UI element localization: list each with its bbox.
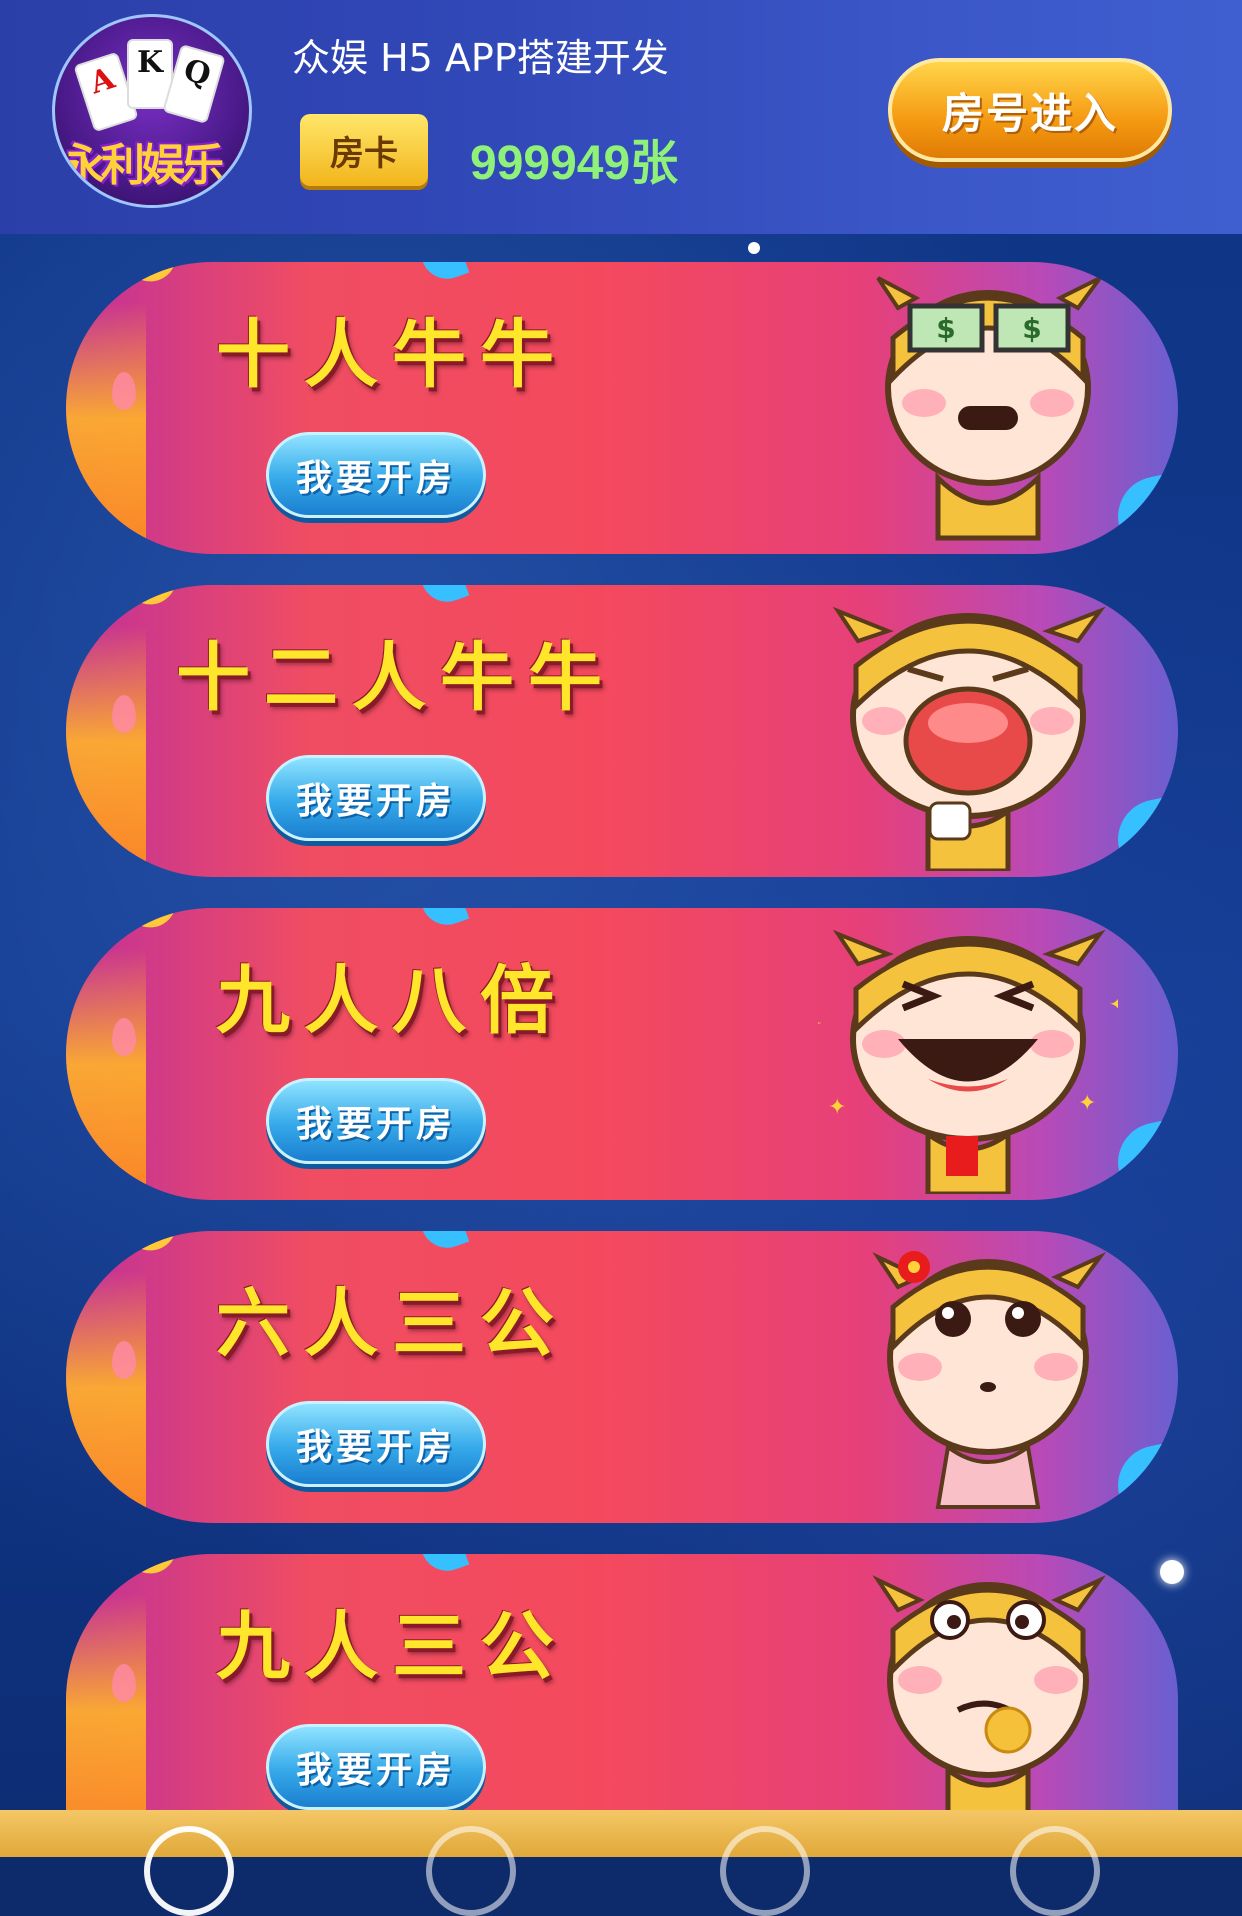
laughing-cow-icon: ✦ ✦ ✦ ✦ xyxy=(818,929,1118,1194)
open-room-button[interactable]: 我要开房 xyxy=(266,1078,486,1164)
profile-tab-icon[interactable] xyxy=(1010,1826,1100,1916)
svg-text:✦: ✦ xyxy=(818,1007,823,1042)
record-tab-icon[interactable] xyxy=(426,1826,516,1916)
open-room-button[interactable]: 我要开房 xyxy=(266,432,486,518)
flame-decoration xyxy=(66,948,146,1200)
bottom-tab-bar xyxy=(0,1810,1242,1916)
svg-text:✦: ✦ xyxy=(828,1095,846,1120)
card-label: A xyxy=(85,60,119,102)
crying-cow-icon xyxy=(832,606,1106,871)
yellow-accent xyxy=(125,585,175,612)
room-card-count: 999949张 xyxy=(470,137,679,190)
drop-decoration xyxy=(112,1018,136,1056)
svg-text:$: $ xyxy=(1022,312,1041,345)
yellow-accent xyxy=(125,1554,175,1581)
game-banner-nine-sangong[interactable]: 九人三公 我要开房 xyxy=(66,1554,1178,1810)
flame-decoration xyxy=(66,625,146,877)
game-banner-nine-eight-times[interactable]: 九人八倍 我要开房 ✦ ✦ ✦ ✦ xyxy=(66,908,1178,1200)
svg-text:$: $ xyxy=(936,312,955,345)
home-tab-icon[interactable] xyxy=(144,1826,234,1916)
avatar-logo-text: 永利娱乐 xyxy=(61,140,225,189)
game-title: 九人三公 xyxy=(216,1604,568,1690)
app-avatar[interactable]: A K Q 永利娱乐 xyxy=(52,14,252,208)
open-room-button[interactable]: 我要开房 xyxy=(266,1724,486,1810)
sparkle-dot xyxy=(1160,1560,1184,1584)
game-title: 九人八倍 xyxy=(216,958,568,1044)
svg-text:✦: ✦ xyxy=(1108,988,1118,1021)
blue-accent xyxy=(422,1554,470,1579)
flame-decoration xyxy=(66,302,146,554)
game-title: 十人牛牛 xyxy=(216,312,568,398)
card-label: Q xyxy=(179,52,215,94)
game-banner-ten-niuniu[interactable]: 十人牛牛 我要开房 $ $ xyxy=(66,262,1178,554)
open-room-button[interactable]: 我要开房 xyxy=(266,755,486,841)
blue-accent xyxy=(422,908,470,933)
svg-text:✦: ✦ xyxy=(1078,1091,1096,1116)
flame-decoration xyxy=(66,1271,146,1523)
coin-cow-icon xyxy=(872,1575,1107,1810)
blue-accent xyxy=(422,1231,470,1256)
blue-accent xyxy=(422,585,470,610)
enter-room-number-button[interactable]: 房号进入 xyxy=(888,58,1172,162)
shop-tab-icon[interactable] xyxy=(720,1826,810,1916)
game-title: 六人三公 xyxy=(216,1281,568,1367)
drop-decoration xyxy=(112,372,136,410)
sparkle-dot xyxy=(748,242,760,254)
drop-decoration xyxy=(112,695,136,733)
room-card-badge: 房卡 xyxy=(300,114,428,186)
yellow-accent xyxy=(125,1231,175,1258)
flame-decoration xyxy=(66,1594,146,1810)
money-eyes-cow-icon: $ $ xyxy=(876,276,1102,541)
app-title: 众娱 H5 APP搭建开发 xyxy=(292,36,669,80)
open-room-button[interactable]: 我要开房 xyxy=(266,1401,486,1487)
blue-accent xyxy=(422,262,470,287)
yellow-accent xyxy=(125,262,175,289)
yellow-accent xyxy=(125,908,175,935)
game-title: 十二人牛牛 xyxy=(176,635,616,721)
drop-decoration xyxy=(112,1341,136,1379)
drop-decoration xyxy=(112,1664,136,1702)
shy-cow-icon xyxy=(872,1251,1107,1509)
card-label: K xyxy=(136,45,164,80)
game-banner-six-sangong[interactable]: 六人三公 我要开房 xyxy=(66,1231,1178,1523)
game-banner-twelve-niuniu[interactable]: 十二人牛牛 我要开房 xyxy=(66,585,1178,877)
top-header: A K Q 永利娱乐 众娱 H5 APP搭建开发 房卡 999949张 房号进入 xyxy=(0,0,1242,234)
